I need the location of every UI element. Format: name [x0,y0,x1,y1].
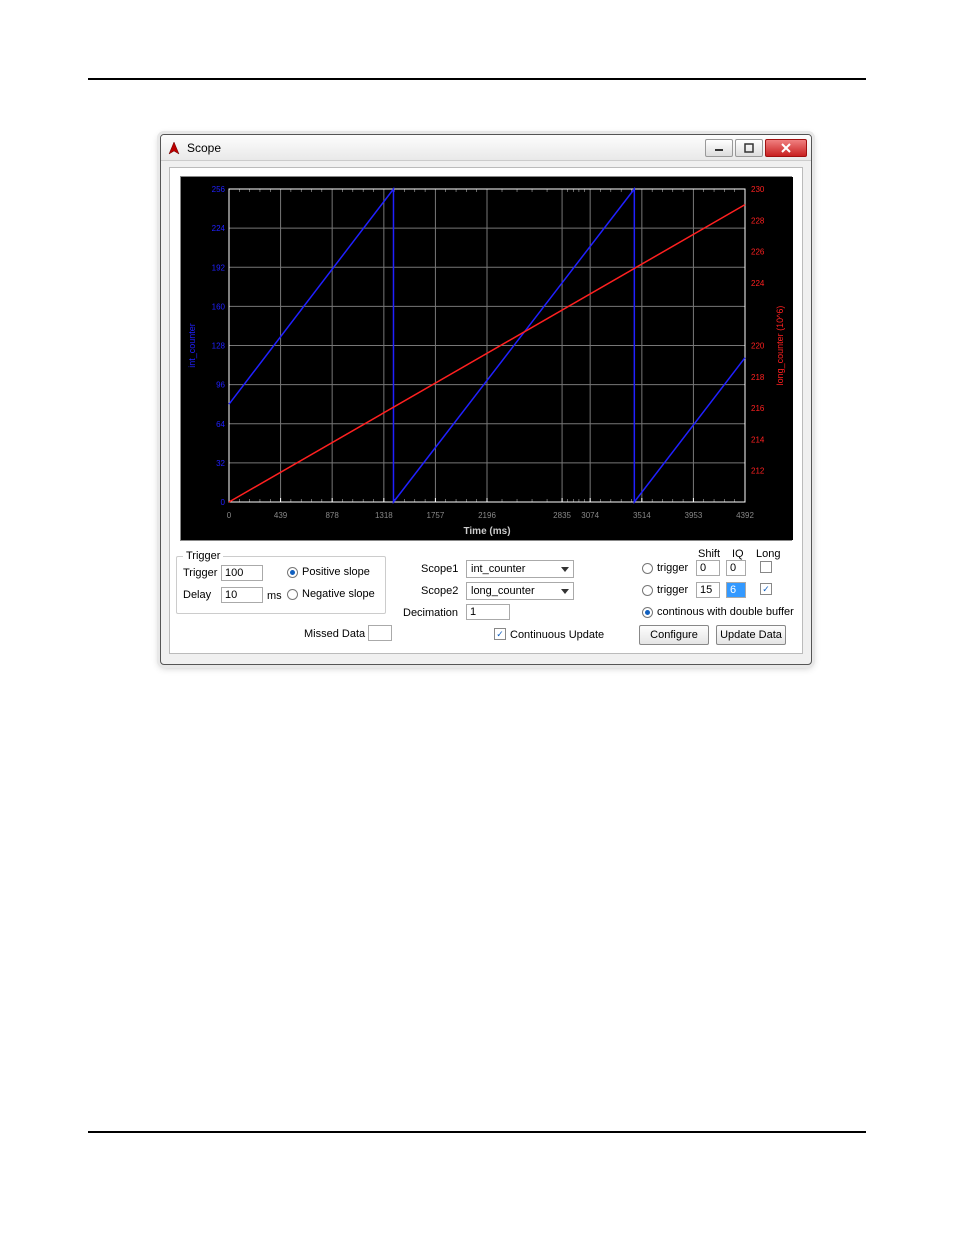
svg-text:226: 226 [751,248,765,257]
continuous-buffer-label: continous with double buffer [657,606,794,618]
svg-text:0: 0 [221,498,226,507]
trigger-row2-radio[interactable]: trigger [642,584,688,596]
svg-text:256: 256 [212,185,226,194]
titlebar[interactable]: Scope [161,135,811,161]
page-divider-top [88,78,866,80]
svg-text:218: 218 [751,373,765,382]
svg-text:192: 192 [212,263,226,272]
window-title: Scope [187,141,221,155]
trigger-row1-radio[interactable]: trigger [642,562,688,574]
svg-text:4392: 4392 [736,511,754,520]
long-row1-checkbox[interactable] [760,561,772,573]
shift-header: Shift [698,548,720,560]
page-divider-bottom [88,1131,866,1133]
shift-row1-input[interactable] [696,560,720,576]
iq-header: IQ [732,548,744,560]
svg-text:224: 224 [212,224,226,233]
missed-data-field[interactable] [368,625,392,641]
svg-text:128: 128 [212,342,226,351]
svg-text:2196: 2196 [478,511,496,520]
svg-text:220: 220 [751,342,765,351]
svg-text:3514: 3514 [633,511,651,520]
scope-chart: 0 439 878 1318 1757 2196 2835 3074 3514 3953 4392 0… [180,176,792,541]
missed-data-label: Missed Data [304,628,365,640]
svg-text:878: 878 [325,511,339,520]
scope1-combobox[interactable]: int_counter [466,560,574,578]
iq-row2-input[interactable] [726,582,746,598]
svg-text:160: 160 [212,302,226,311]
decimation-input[interactable] [466,604,510,620]
trigger-row2-label: trigger [657,584,688,596]
delay-value-input[interactable] [221,587,263,603]
svg-text:230: 230 [751,185,765,194]
svg-text:439: 439 [274,511,288,520]
continuous-update-label: Continuous Update [510,629,604,641]
scope1-label: Scope1 [421,563,458,575]
svg-text:214: 214 [751,435,765,444]
svg-text:228: 228 [751,216,765,225]
trigger-label: Trigger [183,567,217,579]
delay-unit: ms [267,590,282,602]
scope2-value: long_counter [471,585,535,597]
trigger-value-input[interactable] [221,565,263,581]
trigger-row1-label: trigger [657,562,688,574]
long-header: Long [756,548,780,560]
iq-row1-input[interactable] [726,560,746,576]
svg-text:1318: 1318 [375,511,393,520]
svg-text:3953: 3953 [685,511,703,520]
svg-text:2835: 2835 [553,511,571,520]
svg-text:216: 216 [751,404,765,413]
minimize-button[interactable] [705,139,733,157]
svg-text:Time (ms): Time (ms) [463,526,510,537]
positive-slope-label: Positive slope [302,566,370,578]
trigger-legend: Trigger [183,550,223,562]
update-data-button-label: Update Data [720,629,782,641]
svg-text:212: 212 [751,467,765,476]
scope2-combobox[interactable]: long_counter [466,582,574,600]
continuous-update-checkbox[interactable]: ✓ [494,628,506,640]
configure-button-label: Configure [650,629,698,641]
svg-text:3074: 3074 [581,511,599,520]
positive-slope-radio[interactable]: Positive slope [287,566,370,578]
svg-text:32: 32 [216,459,225,468]
negative-slope-label: Negative slope [302,588,375,600]
scope1-value: int_counter [471,563,525,575]
svg-text:int_counter: int_counter [187,323,197,368]
scope-window: Scope 0 439 878 1318 1757 2196 2835 3074 3514 395… [160,134,812,665]
continuous-buffer-radio[interactable]: continous with double buffer [642,606,794,618]
trigger-group: Trigger Trigger Delay ms Positive slope … [176,556,386,614]
delay-label: Delay [183,589,211,601]
svg-text:0: 0 [227,511,232,520]
maximize-button[interactable] [735,139,763,157]
svg-text:long_counter (10^6): long_counter (10^6) [775,306,785,386]
scope2-label: Scope2 [421,585,458,597]
client-area: 0 439 878 1318 1757 2196 2835 3074 3514 3953 4392 0… [169,167,803,654]
svg-text:224: 224 [751,279,765,288]
negative-slope-radio[interactable]: Negative slope [287,588,375,600]
app-icon [167,141,181,155]
svg-text:96: 96 [216,381,225,390]
svg-text:64: 64 [216,420,225,429]
shift-row2-input[interactable] [696,582,720,598]
update-data-button[interactable]: Update Data [716,625,786,645]
svg-text:1757: 1757 [427,511,445,520]
close-button[interactable] [765,139,807,157]
configure-button[interactable]: Configure [639,625,709,645]
controls-panel: Trigger Trigger Delay ms Positive slope … [176,550,796,647]
long-row2-checkbox[interactable]: ✓ [760,583,772,595]
decimation-label: Decimation [403,607,458,619]
